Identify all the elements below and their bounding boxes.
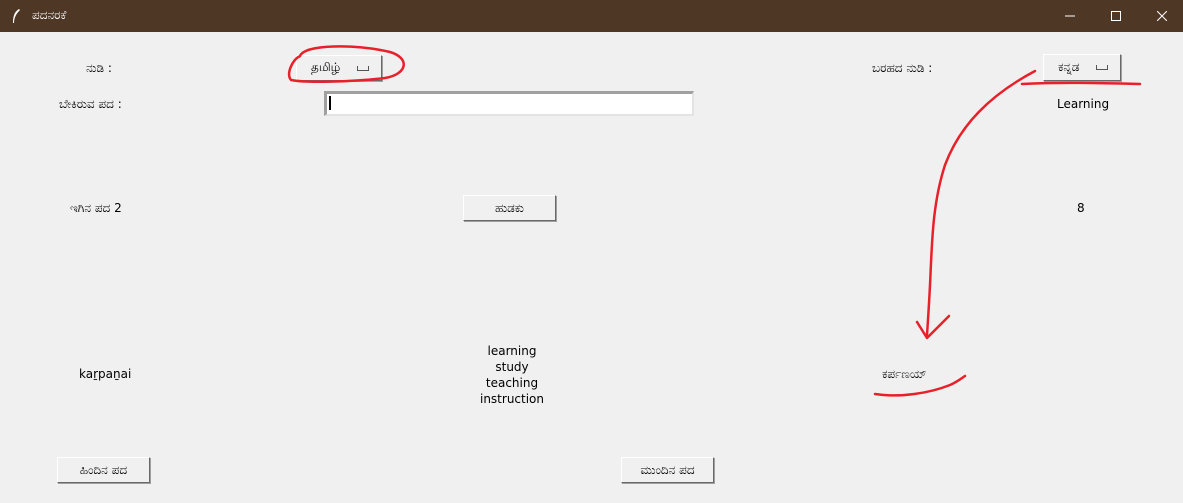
meanings-list: learning study teaching instruction xyxy=(462,343,562,407)
maximize-icon xyxy=(1111,11,1121,21)
annotation-arrowhead xyxy=(915,314,951,340)
language-select-value: தமிழ் xyxy=(311,60,341,74)
english-word: Learning xyxy=(1057,97,1110,111)
language-select[interactable]: தமிழ் xyxy=(296,55,382,81)
meaning-item: learning xyxy=(487,344,537,358)
minimize-button[interactable] xyxy=(1047,0,1093,32)
current-word-label: ಇಗಿನ ಪದ 2 xyxy=(70,201,122,215)
transliteration: kaṟpaṉai xyxy=(79,367,132,381)
prev-word-button[interactable]: ಹಿಂದಿನ ಪದ xyxy=(57,457,150,483)
script-word: ಕರ್ಪಣಯ್ xyxy=(882,367,927,381)
result-count: 8 xyxy=(1077,201,1085,215)
search-button[interactable]: ಹುಡಕು xyxy=(463,195,556,221)
annotation-arrow xyxy=(925,69,1037,337)
script-select-value: ಕನ್ನಡ xyxy=(1058,60,1080,74)
meaning-item: study xyxy=(495,360,529,374)
text-cursor xyxy=(329,96,331,110)
search-field[interactable] xyxy=(324,91,694,116)
meaning-item: teaching xyxy=(485,376,539,390)
next-word-button[interactable]: ಮುಂದಿನ ಪದ xyxy=(621,457,714,483)
next-word-button-label: ಮುಂದಿನ ಪದ xyxy=(640,462,695,477)
annotation-underline xyxy=(1020,81,1142,86)
prev-word-button-label: ಹಿಂದಿನ ಪದ xyxy=(79,462,128,477)
maximize-button[interactable] xyxy=(1093,0,1139,32)
dropdown-indicator-icon xyxy=(1096,65,1108,70)
meaning-item: instruction xyxy=(479,392,545,406)
feather-icon xyxy=(13,9,20,23)
search-label: ಬೇಕಿರುವ ಪದ : xyxy=(59,97,122,111)
script-label: ಬರಹದ ನುಡಿ : xyxy=(872,61,933,75)
title-bar: ಪದನರಕೆ xyxy=(0,0,1183,32)
search-input[interactable] xyxy=(327,94,692,114)
dropdown-indicator-icon xyxy=(357,66,369,71)
search-button-label: ಹುಡಕು xyxy=(495,200,524,215)
script-select[interactable]: ಕನ್ನಡ xyxy=(1043,54,1121,81)
close-button[interactable] xyxy=(1139,0,1183,32)
language-label: ನುಡಿ : xyxy=(86,61,112,75)
window-title: ಪದನರಕೆ xyxy=(32,8,67,22)
minimize-icon xyxy=(1065,15,1075,17)
annotation-layer xyxy=(287,45,1142,397)
close-icon xyxy=(1157,11,1167,21)
